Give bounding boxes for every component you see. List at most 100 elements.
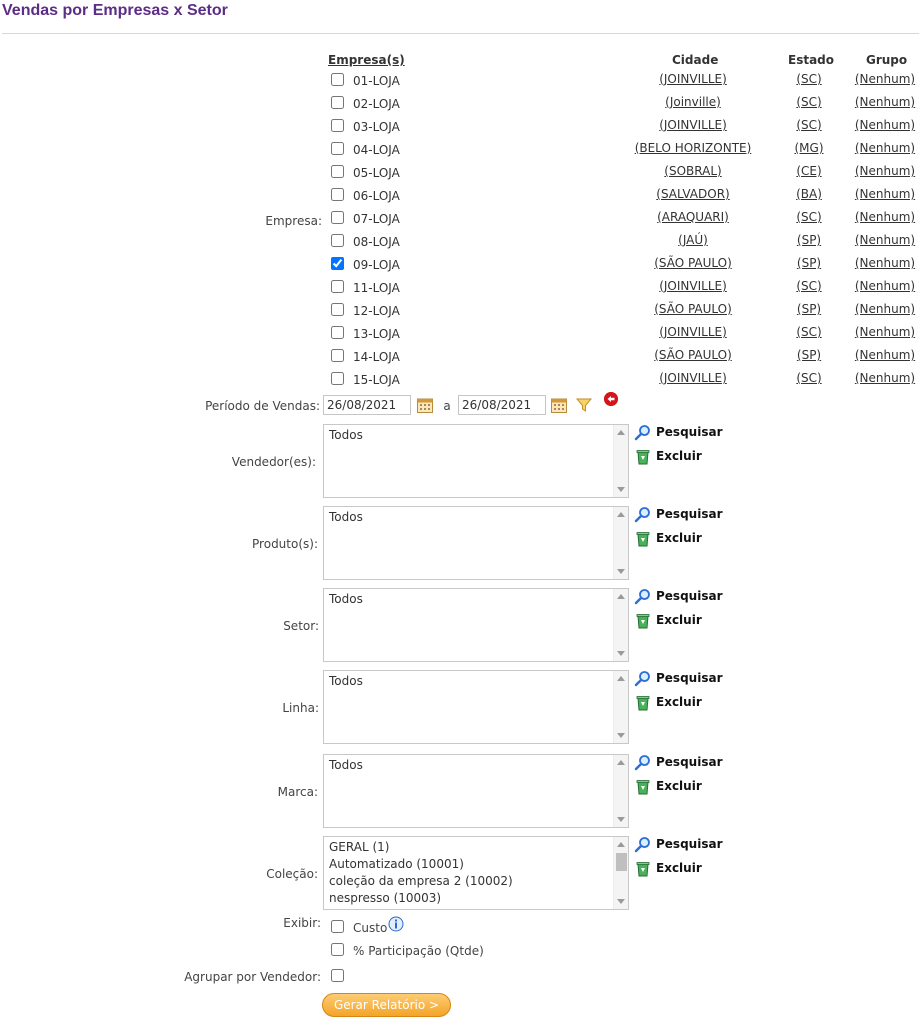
marca-listbox[interactable]: Todos	[323, 754, 629, 828]
company-group-link[interactable]: (Nenhum)	[853, 348, 917, 362]
list-item[interactable]: Todos	[324, 589, 628, 608]
company-checkbox[interactable]	[331, 142, 344, 155]
company-checkbox[interactable]	[331, 372, 344, 385]
list-item[interactable]: Todos	[324, 425, 628, 444]
company-checkbox[interactable]	[331, 96, 344, 109]
company-checkbox[interactable]	[331, 326, 344, 339]
company-group-link[interactable]: (Nenhum)	[853, 210, 917, 224]
company-group-link[interactable]: (Nenhum)	[853, 95, 917, 109]
company-state-link[interactable]: (SP)	[786, 233, 832, 247]
participacao-checkbox[interactable]	[331, 943, 344, 956]
date-to-input[interactable]	[458, 395, 546, 415]
company-city-link[interactable]: (JOINVILLE)	[626, 371, 760, 385]
listbox-scrollbar[interactable]	[613, 507, 628, 579]
company-state-link[interactable]: (SP)	[786, 302, 832, 316]
info-icon[interactable]	[388, 916, 404, 932]
company-state-link[interactable]: (SC)	[786, 95, 832, 109]
list-item[interactable]: coleção da empresa 2 (10002)	[324, 873, 628, 890]
listbox-scrollbar[interactable]	[613, 837, 628, 909]
listbox-scrollbar[interactable]	[613, 755, 628, 827]
company-group-link[interactable]: (Nenhum)	[853, 233, 917, 247]
company-group-link[interactable]: (Nenhum)	[853, 302, 917, 316]
company-checkbox[interactable]	[331, 257, 344, 270]
scroll-up-icon[interactable]	[617, 760, 625, 765]
calendar-from-icon[interactable]	[416, 396, 434, 414]
setor-listbox[interactable]: Todos	[323, 588, 629, 662]
company-city-link[interactable]: (JAÚ)	[626, 233, 760, 247]
company-city-link[interactable]: (JOINVILLE)	[626, 279, 760, 293]
filter-icon[interactable]	[575, 396, 593, 414]
company-city-link[interactable]: (Joinville)	[626, 95, 760, 109]
company-state-link[interactable]: (SC)	[786, 325, 832, 339]
scroll-up-icon[interactable]	[617, 842, 625, 847]
company-city-link[interactable]: (JOINVILLE)	[626, 118, 760, 132]
company-city-link[interactable]: (JOINVILLE)	[626, 72, 760, 86]
company-city-link[interactable]: (BELO HORIZONTE)	[626, 141, 760, 155]
company-group-link[interactable]: (Nenhum)	[853, 371, 917, 385]
company-state-link[interactable]: (SC)	[786, 210, 832, 224]
company-state-link[interactable]: (SC)	[786, 279, 832, 293]
company-checkbox[interactable]	[331, 165, 344, 178]
company-state-link[interactable]: (SC)	[786, 72, 832, 86]
listbox-scrollbar[interactable]	[613, 589, 628, 661]
listbox-scrollbar[interactable]	[613, 671, 628, 743]
company-checkbox[interactable]	[331, 349, 344, 362]
company-state-link[interactable]: (MG)	[786, 141, 832, 155]
company-state-link[interactable]: (SP)	[786, 256, 832, 270]
scroll-down-icon[interactable]	[617, 651, 625, 656]
list-item[interactable]: Todos	[324, 671, 628, 690]
company-checkbox[interactable]	[331, 234, 344, 247]
company-group-link[interactable]: (Nenhum)	[853, 279, 917, 293]
scroll-down-icon[interactable]	[617, 569, 625, 574]
company-group-link[interactable]: (Nenhum)	[853, 164, 917, 178]
scroll-down-icon[interactable]	[617, 733, 625, 738]
company-city-link[interactable]: (SÃO PAULO)	[626, 256, 760, 270]
company-city-link[interactable]: (ARAQUARI)	[626, 210, 760, 224]
list-item[interactable]: Automatizado (10001)	[324, 856, 628, 873]
company-state-link[interactable]: (SC)	[786, 371, 832, 385]
list-item[interactable]: GERAL (1)	[324, 837, 628, 856]
produto-listbox[interactable]: Todos	[323, 506, 629, 580]
calendar-to-icon[interactable]	[550, 396, 568, 414]
company-city-link[interactable]: (JOINVILLE)	[626, 325, 760, 339]
scroll-up-icon[interactable]	[617, 430, 625, 435]
company-group-link[interactable]: (Nenhum)	[853, 187, 917, 201]
list-item[interactable]: Todos	[324, 755, 628, 774]
empresa-header[interactable]: Empresa(s)	[328, 53, 405, 67]
company-checkbox[interactable]	[331, 303, 344, 316]
list-item[interactable]: nespresso (10003)	[324, 890, 628, 907]
company-state-link[interactable]: (SC)	[786, 118, 832, 132]
company-checkbox[interactable]	[331, 119, 344, 132]
company-state-link[interactable]: (SP)	[786, 348, 832, 362]
scroll-up-icon[interactable]	[617, 594, 625, 599]
company-group-link[interactable]: (Nenhum)	[853, 118, 917, 132]
company-checkbox[interactable]	[331, 73, 344, 86]
company-group-link[interactable]: (Nenhum)	[853, 325, 917, 339]
company-checkbox[interactable]	[331, 211, 344, 224]
company-group-link[interactable]: (Nenhum)	[853, 72, 917, 86]
scroll-down-icon[interactable]	[617, 817, 625, 822]
custo-checkbox[interactable]	[331, 920, 344, 933]
company-state-link[interactable]: (BA)	[786, 187, 832, 201]
agrupar-checkbox[interactable]	[331, 969, 344, 982]
listbox-scrollbar[interactable]	[613, 425, 628, 497]
company-state-link[interactable]: (CE)	[786, 164, 832, 178]
vendedor-listbox[interactable]: Todos	[323, 424, 629, 498]
scroll-down-icon[interactable]	[617, 899, 625, 904]
company-group-link[interactable]: (Nenhum)	[853, 141, 917, 155]
scroll-up-icon[interactable]	[617, 676, 625, 681]
scroll-down-icon[interactable]	[617, 487, 625, 492]
company-checkbox[interactable]	[331, 280, 344, 293]
company-checkbox[interactable]	[331, 188, 344, 201]
scroll-up-icon[interactable]	[617, 512, 625, 517]
linha-listbox[interactable]: Todos	[323, 670, 629, 744]
date-from-input[interactable]	[323, 395, 411, 415]
scroll-thumb[interactable]	[616, 853, 627, 871]
company-city-link[interactable]: (SOBRAL)	[626, 164, 760, 178]
list-item[interactable]: Todos	[324, 507, 628, 526]
company-city-link[interactable]: (SÃO PAULO)	[626, 348, 760, 362]
company-city-link[interactable]: (SALVADOR)	[626, 187, 760, 201]
colecao-listbox[interactable]: GERAL (1) Automatizado (10001) coleção d…	[323, 836, 629, 910]
company-city-link[interactable]: (SÃO PAULO)	[626, 302, 760, 316]
generate-report-button[interactable]: Gerar Relatório >	[322, 993, 451, 1017]
